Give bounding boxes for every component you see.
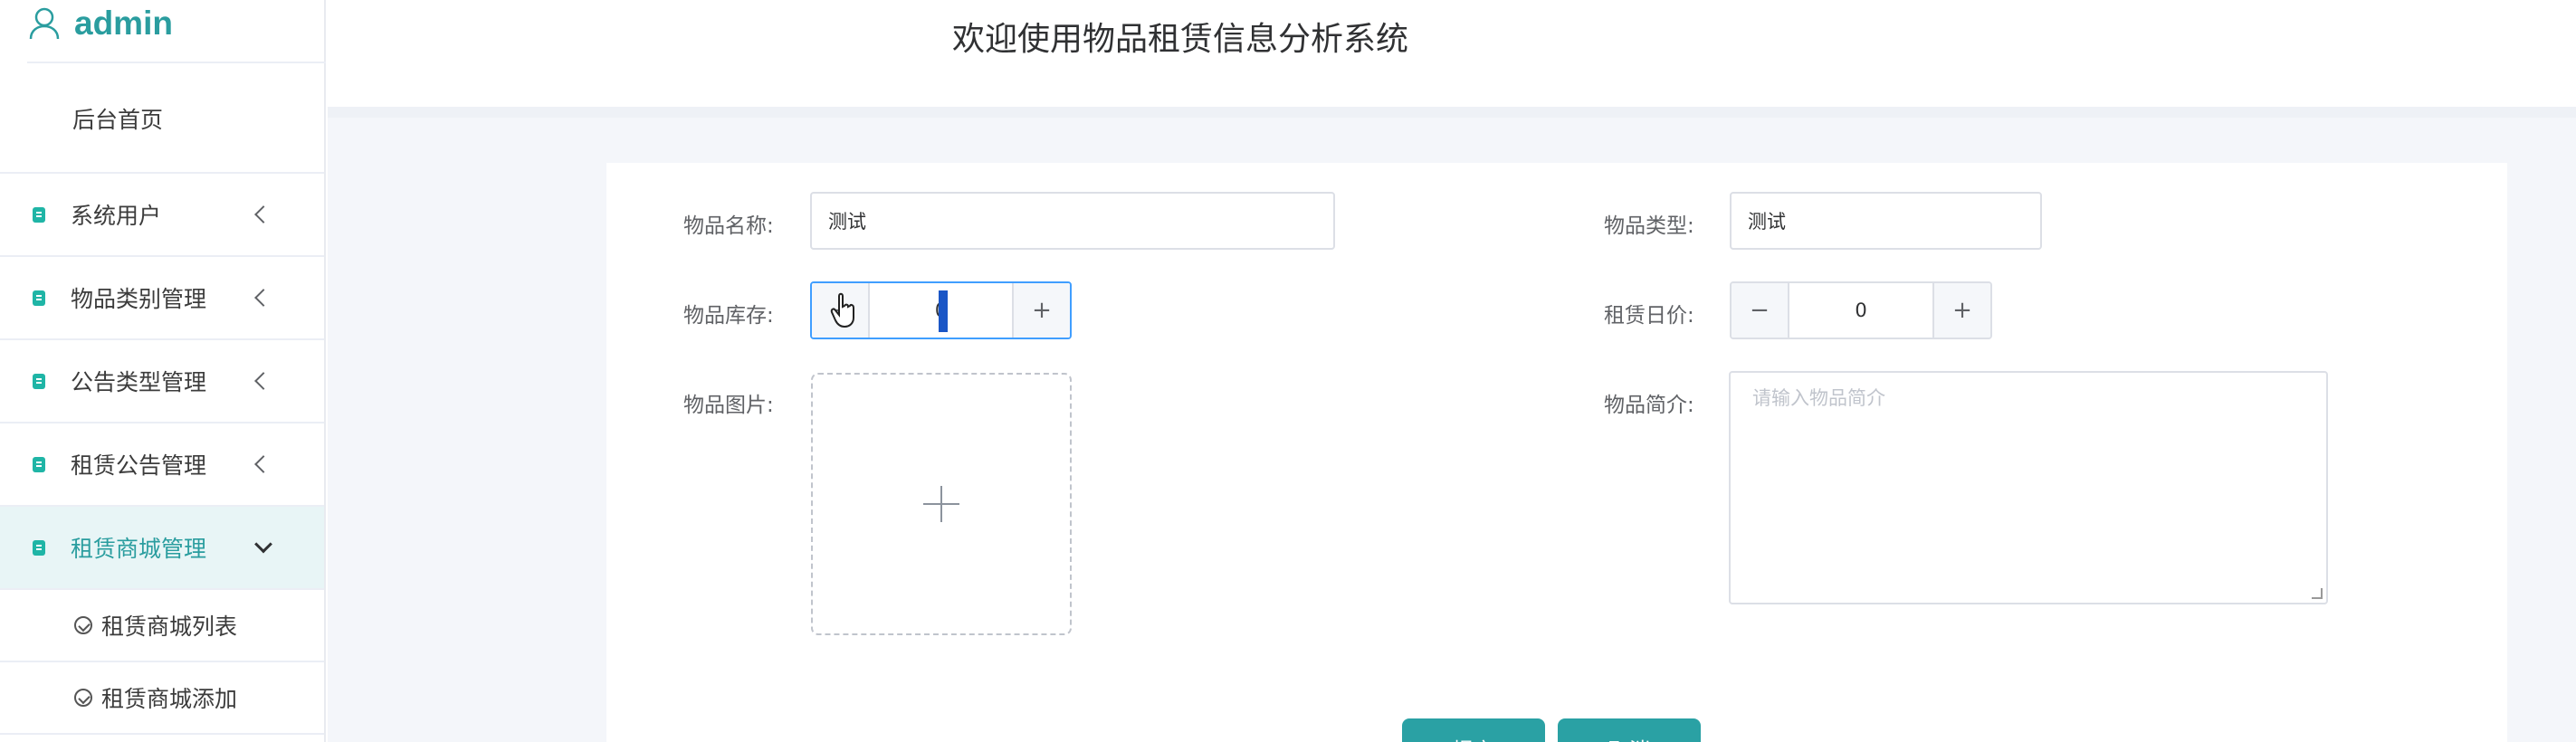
sidebar-subitem-label: 租赁商城添加	[101, 686, 238, 712]
check-circle-icon	[74, 689, 92, 707]
price-label: 租赁日价:	[1604, 304, 1694, 328]
resize-handle-icon[interactable]	[2312, 588, 2323, 599]
minus-icon: −	[1750, 297, 1770, 324]
type-select[interactable]: 测试	[1730, 192, 2042, 250]
document-icon	[33, 456, 45, 472]
plus-icon-bar	[923, 503, 959, 505]
sidebar-subitem-label: 租赁商城列表	[101, 614, 238, 640]
sidebar-item-notice-type[interactable]: 公告类型管理	[0, 340, 324, 423]
image-label: 物品图片:	[683, 394, 774, 417]
sidebar-item-label: 租赁公告管理	[71, 452, 207, 479]
sidebar-item-rental-mall[interactable]: 租赁商城管理	[0, 507, 324, 590]
sidebar-menu: 后台首页 系统用户 物品类别管理 公告类型管理 租赁公告管理 租赁商城管理 租赁…	[0, 65, 324, 735]
stock-increment-button[interactable]: +	[1012, 283, 1070, 338]
plus-icon: +	[1032, 297, 1052, 324]
price-stepper[interactable]: − 0 +	[1730, 281, 1992, 339]
sidebar-user: admin	[27, 0, 326, 63]
check-circle-icon	[74, 616, 92, 634]
cancel-button[interactable]: 取消	[1558, 718, 1701, 742]
sidebar-subitem-mall-list[interactable]: 租赁商城列表	[0, 590, 324, 662]
document-icon	[33, 290, 45, 306]
sidebar: admin 后台首页 系统用户 物品类别管理 公告类型管理 租赁公告管理 租赁商…	[0, 0, 326, 742]
chevron-down-icon	[254, 535, 272, 554]
chevron-left-icon	[254, 205, 272, 224]
sidebar-item-label: 物品类别管理	[71, 286, 207, 312]
text-selection	[939, 290, 948, 332]
price-decrement-button[interactable]: −	[1732, 283, 1789, 338]
document-icon	[33, 206, 45, 223]
user-name: admin	[74, 5, 173, 42]
chevron-left-icon	[254, 455, 272, 473]
intro-textarea[interactable]: 请输入物品简介	[1729, 371, 2328, 604]
name-input[interactable]: 测试	[810, 192, 1335, 250]
document-icon	[33, 373, 45, 389]
plus-icon: +	[1952, 297, 1972, 324]
sidebar-item-label: 后台首页	[72, 107, 164, 133]
hand-cursor-icon	[830, 292, 854, 328]
sidebar-item-rental-notice[interactable]: 租赁公告管理	[0, 423, 324, 507]
stock-stepper[interactable]: − 0 +	[810, 281, 1072, 339]
page-title: 欢迎使用物品租赁信息分析系统	[952, 21, 1409, 58]
intro-label: 物品简介:	[1604, 394, 1694, 417]
name-input-value: 测试	[828, 211, 866, 233]
submit-button-label: 提交	[1453, 733, 1494, 742]
submit-button[interactable]: 提交	[1402, 718, 1545, 742]
chevron-left-icon	[254, 289, 272, 307]
sidebar-item-home[interactable]: 后台首页	[0, 65, 324, 174]
sidebar-item-label: 公告类型管理	[71, 369, 207, 395]
sidebar-item-label: 系统用户	[71, 203, 162, 229]
sidebar-item-label: 租赁商城管理	[71, 536, 207, 562]
document-icon	[33, 539, 45, 556]
type-select-value: 测试	[1748, 211, 1786, 233]
stock-label: 物品库存:	[683, 304, 774, 328]
intro-placeholder: 请输入物品简介	[1752, 387, 1885, 409]
image-upload[interactable]	[811, 373, 1072, 635]
price-increment-button[interactable]: +	[1932, 283, 1990, 338]
price-value[interactable]: 0	[1789, 283, 1932, 338]
chevron-left-icon	[254, 372, 272, 390]
sidebar-item-category[interactable]: 物品类别管理	[0, 257, 324, 340]
user-icon	[29, 7, 60, 40]
sidebar-item-system-users[interactable]: 系统用户	[0, 174, 324, 257]
cancel-button-label: 取消	[1608, 733, 1650, 742]
sidebar-subitem-mall-add[interactable]: 租赁商城添加	[0, 662, 324, 735]
name-label: 物品名称:	[683, 214, 774, 238]
type-label: 物品类型:	[1604, 214, 1694, 238]
